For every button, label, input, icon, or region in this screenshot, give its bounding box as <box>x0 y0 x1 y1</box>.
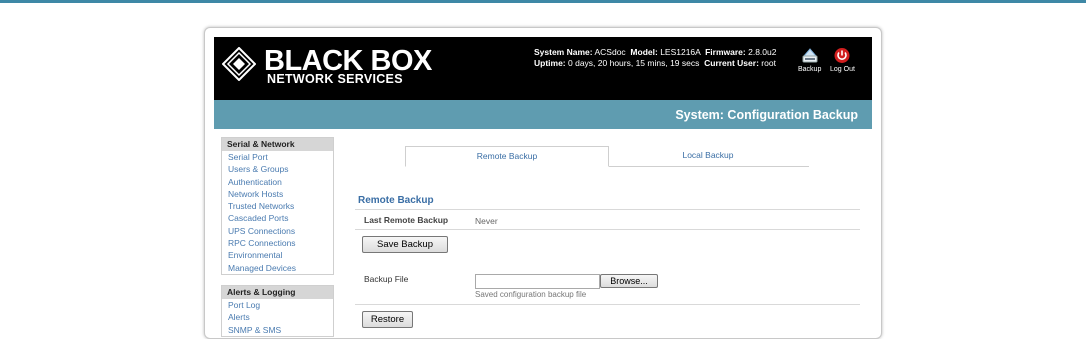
uptime-label: Uptime: <box>534 58 566 68</box>
system-info: System Name: ACSdoc Model: LES1216A Firm… <box>534 47 776 69</box>
sidebar-item-authentication[interactable]: Authentication <box>222 176 333 188</box>
divider <box>355 209 860 210</box>
firmware-label: Firmware: <box>705 47 746 57</box>
model-label: Model: <box>630 47 658 57</box>
browse-button[interactable]: Browse... <box>600 274 658 288</box>
sidebar-item-ups-connections[interactable]: UPS Connections <box>222 225 333 237</box>
sidebar-item-trusted-networks[interactable]: Trusted Networks <box>222 200 333 212</box>
sidebar-group-serial-network: Serial & Network Serial Port Users & Gro… <box>221 137 334 275</box>
restore-button[interactable]: Restore <box>362 311 413 328</box>
backup-icon <box>802 48 818 63</box>
tab-remote-backup[interactable]: Remote Backup <box>405 146 609 167</box>
divider <box>355 229 860 230</box>
sidebar-item-cascaded-ports[interactable]: Cascaded Ports <box>222 212 333 224</box>
backup-file-label: Backup File <box>364 274 409 284</box>
backup-file-input[interactable] <box>475 274 600 289</box>
tab-local-backup[interactable]: Local Backup <box>607 146 809 165</box>
sidebar-item-snmp-sms[interactable]: SNMP & SMS <box>222 324 333 336</box>
brand-sub: NETWORK SERVICES <box>267 72 403 86</box>
uptime: 0 days, 20 hours, 15 mins, 19 secs <box>568 58 700 68</box>
page-title-bar: System: Configuration Backup <box>214 100 872 129</box>
sidebar-item-serial-port[interactable]: Serial Port <box>222 151 333 163</box>
sidebar-item-rpc-connections[interactable]: RPC Connections <box>222 237 333 249</box>
black-box-diamond-icon <box>222 47 256 81</box>
sidebar-item-managed-devices[interactable]: Managed Devices <box>222 262 333 274</box>
current-user-label: Current User: <box>704 58 759 68</box>
sidebar-group-title: Alerts & Logging <box>222 286 333 299</box>
logout-button[interactable]: Log Out <box>830 47 855 73</box>
backup-label: Backup <box>798 66 822 73</box>
header-banner: BLACK BOX NETWORK SERVICES System Name: … <box>214 37 872 100</box>
sidebar-item-network-hosts[interactable]: Network Hosts <box>222 188 333 200</box>
last-backup-label: Last Remote Backup <box>364 215 449 225</box>
sidebar-item-alerts[interactable]: Alerts <box>222 311 333 323</box>
backup-file-help: Saved configuration backup file <box>475 290 587 299</box>
last-backup-value: Never <box>475 216 498 226</box>
divider <box>355 304 860 305</box>
current-user: root <box>761 58 776 68</box>
backup-button[interactable]: Backup <box>798 47 821 73</box>
logout-label: Log Out <box>830 66 855 73</box>
sidebar-group-title: Serial & Network <box>222 138 333 151</box>
firmware: 2.8.0u2 <box>748 47 777 57</box>
sidebar-item-port-log[interactable]: Port Log <box>222 299 333 311</box>
system-name: ACSdoc <box>594 47 626 57</box>
system-name-label: System Name: <box>534 47 593 57</box>
save-backup-button[interactable]: Save Backup <box>362 236 448 253</box>
model: LES1216A <box>660 47 701 57</box>
section-title: Remote Backup <box>358 195 434 206</box>
sidebar-group-alerts-logging: Alerts & Logging Port Log Alerts SNMP & … <box>221 285 334 337</box>
sidebar-item-environmental[interactable]: Environmental <box>222 249 333 261</box>
sidebar-item-users-groups[interactable]: Users & Groups <box>222 163 333 175</box>
top-accent-line <box>0 0 1086 3</box>
backup-tabs: Remote Backup Local Backup <box>405 146 809 167</box>
page-title: System: Configuration Backup <box>675 108 858 122</box>
power-icon <box>834 48 850 63</box>
